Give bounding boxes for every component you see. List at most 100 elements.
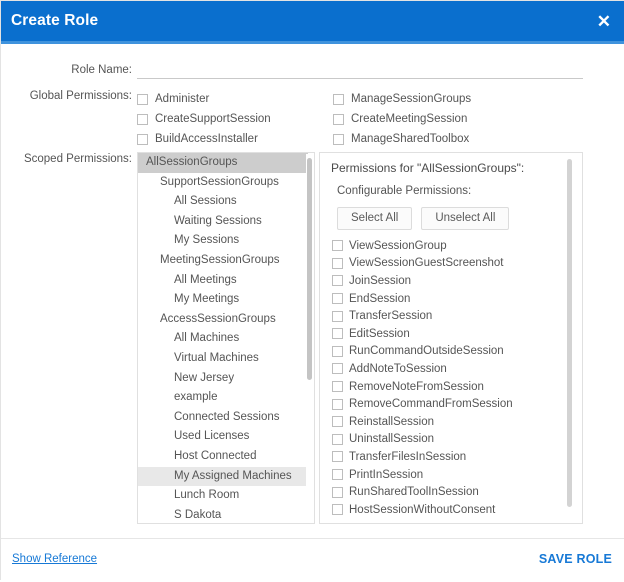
checkbox-manage-shared-toolbox[interactable] xyxy=(333,134,344,145)
tree-item[interactable]: Lunch Room xyxy=(138,486,308,506)
scoped-permissions-tree[interactable]: AllSessionGroupsSupportSessionGroupsAll … xyxy=(137,152,315,524)
tree-item[interactable]: My Sessions xyxy=(138,231,308,251)
checkbox-addnotetosession[interactable] xyxy=(332,363,343,374)
permissions-checkbox-list: ViewSessionGroup ViewSessionGuestScreensh… xyxy=(332,237,572,520)
tree-item[interactable]: All Machines xyxy=(138,329,308,349)
save-role-button[interactable]: SAVE ROLE xyxy=(539,552,612,566)
select-all-button[interactable]: Select All xyxy=(337,207,412,230)
checkbox-create-support-session[interactable] xyxy=(137,114,148,125)
scoped-permissions-row: Scoped Permissions: AllSessionGroupsSupp… xyxy=(1,152,624,532)
global-permission-item[interactable]: ManageSharedToolbox xyxy=(333,129,563,149)
global-permission-item[interactable]: CreateMeetingSession xyxy=(333,109,563,129)
permission-label: RunSharedToolInSession xyxy=(349,486,479,498)
permission-item[interactable]: RunSharedToolInSession xyxy=(332,483,572,501)
checkbox-manage-session-groups[interactable] xyxy=(333,94,344,105)
tree-item[interactable]: MeetingSessionGroups xyxy=(138,251,308,271)
configurable-permissions-label: Configurable Permissions: xyxy=(337,185,471,197)
global-permission-item[interactable]: Administer xyxy=(137,89,327,109)
checkbox-administer[interactable] xyxy=(137,94,148,105)
tree-item[interactable]: Connected Sessions xyxy=(138,408,308,428)
permission-label: TransferFilesInSession xyxy=(349,451,466,463)
permission-item[interactable]: TransferSession xyxy=(332,307,572,325)
global-permissions-label: Global Permissions: xyxy=(1,90,132,102)
permission-label: EditSession xyxy=(349,328,410,340)
permission-item[interactable]: PrintInSession xyxy=(332,466,572,484)
tree-item[interactable]: My Assigned Machines xyxy=(138,467,308,487)
permissions-button-row: Select All Unselect All xyxy=(337,207,509,230)
tree-item[interactable]: All Meetings xyxy=(138,271,308,291)
checkbox-removenotefromsession[interactable] xyxy=(332,381,343,392)
permission-label: ReinstallSession xyxy=(349,416,434,428)
show-reference-link[interactable]: Show Reference xyxy=(12,553,97,565)
global-permission-label: Administer xyxy=(155,93,209,105)
global-permission-item[interactable]: CreateSupportSession xyxy=(137,109,327,129)
tree-item[interactable]: All Sessions xyxy=(138,192,308,212)
checkbox-editsession[interactable] xyxy=(332,328,343,339)
tree-item[interactable]: Host Connected xyxy=(138,447,308,467)
permission-item[interactable]: RunCommandOutsideSession xyxy=(332,343,572,361)
permission-item[interactable]: ViewSessionGuestScreenshot xyxy=(332,255,572,273)
tree-item[interactable]: Used Licenses xyxy=(138,427,308,447)
permission-label: JoinSession xyxy=(349,275,411,287)
checkbox-runcommandoutsidesession[interactable] xyxy=(332,346,343,357)
global-permission-item[interactable]: BuildAccessInstaller xyxy=(137,129,327,149)
checkbox-transfersession[interactable] xyxy=(332,311,343,322)
permission-label: AddNoteToSession xyxy=(349,363,447,375)
permission-item[interactable]: TransferFilesInSession xyxy=(332,448,572,466)
permission-item[interactable]: ReinstallSession xyxy=(332,413,572,431)
checkbox-viewsessionguestscreenshot[interactable] xyxy=(332,258,343,269)
permission-label: ViewSessionGroup xyxy=(349,240,447,252)
tree-item[interactable]: AllSessionGroups xyxy=(138,153,308,173)
global-permission-label: ManageSharedToolbox xyxy=(351,133,469,145)
permission-item[interactable]: EndSession xyxy=(332,290,572,308)
tree-item[interactable]: AccessSessionGroups xyxy=(138,310,308,330)
checkbox-transferfilesinsession[interactable] xyxy=(332,451,343,462)
tree-item[interactable]: Waiting Sessions xyxy=(138,212,308,232)
dialog-title: Create Role xyxy=(1,12,98,30)
permission-item[interactable]: ViewSessionGroup xyxy=(332,237,572,255)
global-permission-item[interactable]: ManageSessionGroups xyxy=(333,89,563,109)
checkbox-build-access-installer[interactable] xyxy=(137,134,148,145)
checkbox-printinsession[interactable] xyxy=(332,469,343,480)
tree-item[interactable]: S Dakota xyxy=(138,506,308,524)
role-name-input[interactable] xyxy=(137,61,583,79)
permissions-scrollbar-thumb[interactable] xyxy=(567,159,572,507)
global-permission-label: ManageSessionGroups xyxy=(351,93,471,105)
checkbox-create-meeting-session[interactable] xyxy=(333,114,344,125)
checkbox-viewsessiongroup[interactable] xyxy=(332,240,343,251)
checkbox-uninstallsession[interactable] xyxy=(332,434,343,445)
permissions-scrollbar[interactable] xyxy=(566,159,573,519)
tree-item[interactable]: example xyxy=(138,388,308,408)
checkbox-runsharedtoolinsession[interactable] xyxy=(332,487,343,498)
permission-item[interactable]: EditSession xyxy=(332,325,572,343)
tree-item[interactable]: Virtual Machines xyxy=(138,349,308,369)
permission-label: HostSessionWithoutConsent xyxy=(349,504,495,516)
checkbox-reinstallsession[interactable] xyxy=(332,416,343,427)
permission-item[interactable]: RemoveCommandFromSession xyxy=(332,395,572,413)
close-icon[interactable]: ✕ xyxy=(597,13,624,30)
unselect-all-button[interactable]: Unselect All xyxy=(421,207,509,230)
tree-scrollbar-thumb[interactable] xyxy=(307,158,312,380)
tree-item[interactable]: SupportSessionGroups xyxy=(138,173,308,193)
permission-item[interactable]: JoinSession xyxy=(332,272,572,290)
tree-item[interactable]: New Jersey xyxy=(138,369,308,389)
permission-item[interactable]: ManageCredentials xyxy=(332,519,572,521)
checkbox-joinsession[interactable] xyxy=(332,275,343,286)
checkbox-removecommandfromsession[interactable] xyxy=(332,399,343,410)
permission-label: RemoveCommandFromSession xyxy=(349,398,513,410)
permission-label: UninstallSession xyxy=(349,433,434,445)
permission-label: ViewSessionGuestScreenshot xyxy=(349,257,504,269)
permission-item[interactable]: AddNoteToSession xyxy=(332,360,572,378)
tree-item[interactable]: My Meetings xyxy=(138,290,308,310)
permission-item[interactable]: RemoveNoteFromSession xyxy=(332,378,572,396)
permission-label: EndSession xyxy=(349,293,410,305)
checkbox-hostsessionwithoutconsent[interactable] xyxy=(332,504,343,515)
permission-item[interactable]: UninstallSession xyxy=(332,431,572,449)
scoped-permissions-tree-items: AllSessionGroupsSupportSessionGroupsAll … xyxy=(138,153,308,524)
global-permissions-row: Global Permissions: Administer CreateSup… xyxy=(1,89,624,151)
checkbox-endsession[interactable] xyxy=(332,293,343,304)
global-permissions-column-2: ManageSessionGroups CreateMeetingSession… xyxy=(333,89,563,149)
tree-scrollbar[interactable] xyxy=(306,154,313,524)
global-permissions-column-1: Administer CreateSupportSession BuildAcc… xyxy=(137,89,327,149)
permission-item[interactable]: HostSessionWithoutConsent xyxy=(332,501,572,519)
